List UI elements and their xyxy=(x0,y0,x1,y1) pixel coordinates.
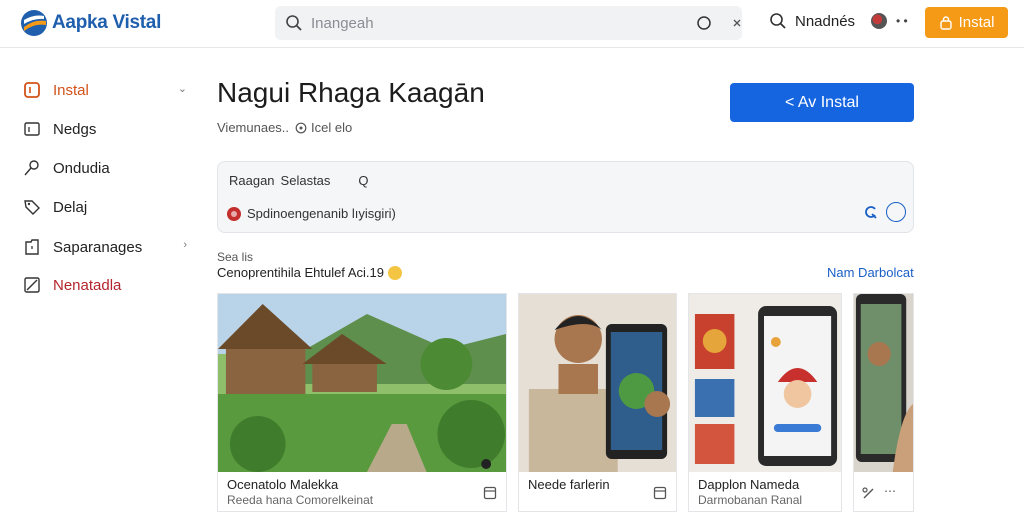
brand-name: Aapka Vistal xyxy=(52,12,162,33)
page-title: Nagui Rhaga Kaagān xyxy=(217,77,485,108)
sidebar-item-delaj[interactable]: Delaj xyxy=(22,195,187,219)
nav-link-label: Nnadnés xyxy=(795,12,856,30)
brand-logo[interactable]: Aapka Vistal xyxy=(20,9,161,37)
sidebar-item-label: Saparanages xyxy=(53,238,143,256)
sidebar-item-label: Ondudia xyxy=(53,159,110,177)
save-icon[interactable] xyxy=(653,486,667,500)
save-icon[interactable] xyxy=(483,486,497,500)
user-menu-caret: • • xyxy=(896,14,908,28)
section-eyebrow: Sea lis xyxy=(217,250,254,264)
card-image-app-screen xyxy=(689,294,841,472)
grid-icon xyxy=(22,119,42,139)
sidebar-item-label: Instal xyxy=(53,81,89,99)
chevron-right-icon[interactable]: › xyxy=(183,239,187,251)
info-panel: Raagan Selastas Q Spdinoengenanib lıyisg… xyxy=(217,161,914,233)
install-button[interactable]: Instal xyxy=(925,7,1008,38)
logo-icon xyxy=(21,10,47,36)
edit-icon xyxy=(22,275,42,295)
close-icon[interactable] xyxy=(731,17,743,29)
user-menu[interactable]: • • xyxy=(871,13,908,29)
panel-description: Spdinoengenanib lıyisgiri) xyxy=(247,206,396,221)
settings-circle-icon[interactable] xyxy=(886,202,906,222)
meta-text: Viemunaes.. xyxy=(217,120,290,135)
sidebar-item-label: Delaj xyxy=(53,198,88,216)
meta-rating: Icel elo xyxy=(295,120,352,135)
panel-search-icon[interactable]: Q xyxy=(358,173,368,188)
search-icon xyxy=(770,13,786,29)
media-card[interactable]: Neede farlerin xyxy=(518,293,677,512)
install-cta-button[interactable]: < Av Instal xyxy=(730,83,914,122)
panel-row-2: Spdinoengenanib lıyisgiri) xyxy=(227,206,396,221)
sidebar-item-label: Nedgs xyxy=(53,120,97,138)
circle-icon[interactable] xyxy=(696,15,712,31)
card-subcaption: Darmobanan Ranal xyxy=(698,493,803,507)
edit-icon[interactable] xyxy=(862,486,876,500)
card-subcaption: Reeda hana Comorelkeinat xyxy=(227,493,374,507)
panel-label-a: Raagan xyxy=(229,173,275,188)
record-icon xyxy=(227,206,241,221)
pin-icon xyxy=(22,158,42,178)
see-more-link[interactable]: Nam Darbolcat xyxy=(827,265,914,280)
card-image-person-phone xyxy=(519,294,676,472)
document-icon xyxy=(22,237,42,257)
sidebar: Instal ⌄ Nedgs Ondudia Delaj Saparanages… xyxy=(0,49,200,512)
sidebar-item-ondudia[interactable]: Ondudia xyxy=(22,156,187,180)
sidebar-item-nenatadla[interactable]: Nenatadla xyxy=(22,273,187,297)
sidebar-item-label: Nenatadla xyxy=(53,276,122,294)
app-meta: Viemunaes.. Icel elo xyxy=(217,120,352,135)
refresh-icon[interactable] xyxy=(863,204,879,220)
search-input[interactable] xyxy=(311,12,671,34)
search-bar[interactable] xyxy=(275,6,742,40)
card-caption: Neede farlerin xyxy=(528,477,610,492)
card-caption: Ocenatolo Malekka xyxy=(227,477,339,492)
lock-icon xyxy=(939,15,952,30)
sidebar-item-nedgs[interactable]: Nedgs xyxy=(22,117,187,141)
smiley-icon xyxy=(387,265,402,280)
card-image-hand-phone xyxy=(854,294,913,472)
panel-tools xyxy=(863,202,906,222)
card-caption: Dapplon Nameda xyxy=(698,477,800,492)
section-heading: Cenoprentihila Ehtulef Aci.19 xyxy=(217,265,402,280)
nav-link-search[interactable]: Nnadnés xyxy=(769,12,855,30)
sidebar-item-install[interactable]: Instal ⌄ xyxy=(22,78,187,102)
sidebar-item-saparanages[interactable]: Saparanages › xyxy=(22,235,187,259)
top-bar: Aapka Vistal Nnadnés • • Instal xyxy=(0,0,1024,48)
panel-label-b[interactable]: Selastas xyxy=(281,173,331,188)
tag-icon xyxy=(22,197,42,217)
install-button-label: Instal xyxy=(958,14,995,31)
install-cta-label: < Av Instal xyxy=(785,93,859,111)
card-image-village xyxy=(218,294,506,472)
meta-rating-label: Icel elo xyxy=(311,120,353,135)
media-card[interactable]: Dapplon Nameda Darmobanan Ranal xyxy=(688,293,842,512)
chevron-down-icon[interactable]: ⌄ xyxy=(178,82,187,95)
more-icon[interactable]: ⋯ xyxy=(884,484,896,498)
search-icon xyxy=(286,15,302,31)
section-heading-label: Cenoprentihila Ehtulef Aci.19 xyxy=(217,265,384,280)
clock-icon xyxy=(295,122,307,133)
panel-row-1: Raagan Selastas Q xyxy=(229,173,369,188)
avatar xyxy=(871,13,887,29)
app-box-icon xyxy=(22,80,42,100)
media-card[interactable]: Ocenatolo Malekka Reeda hana Comorelkein… xyxy=(217,293,507,512)
media-card[interactable]: ⋯ xyxy=(853,293,914,512)
